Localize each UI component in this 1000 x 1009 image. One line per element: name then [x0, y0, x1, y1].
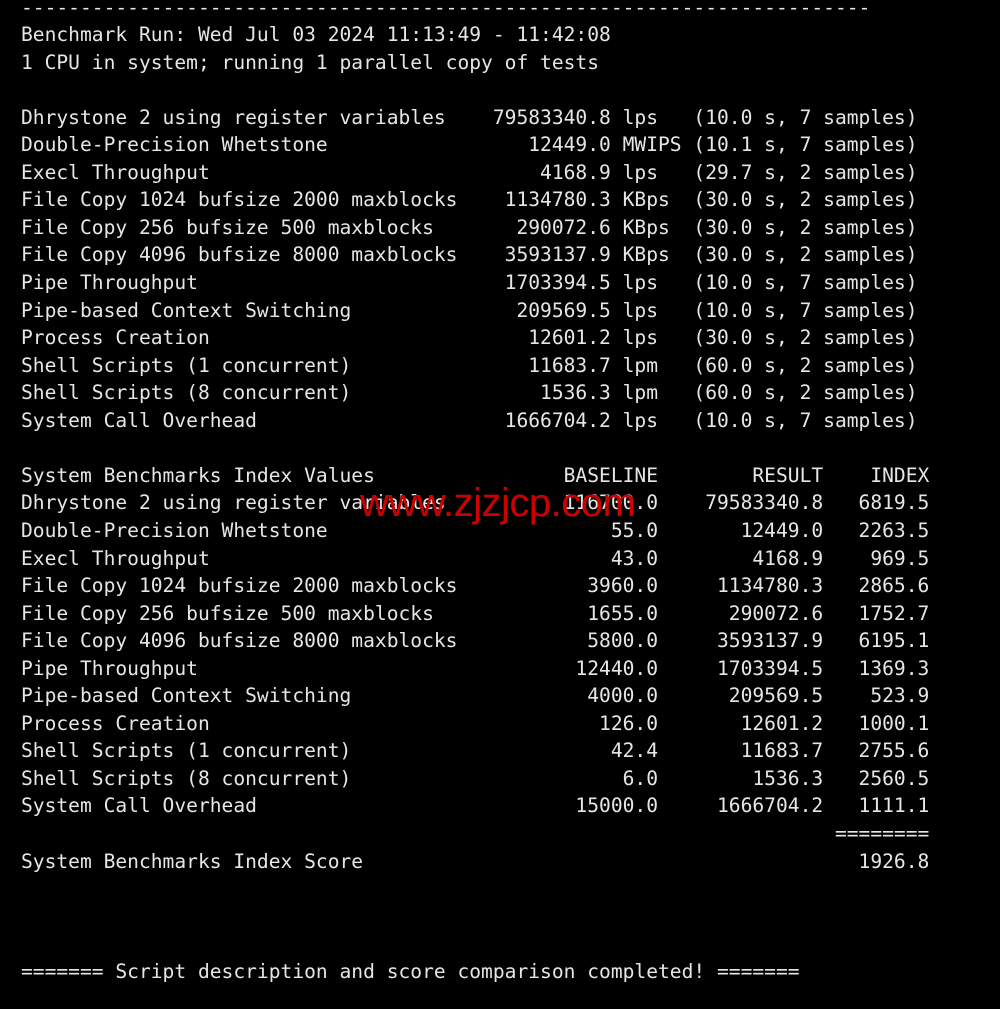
index-table-row: System Call Overhead 15000.0 1666704.2 1…: [21, 794, 930, 818]
index-table-row: Pipe Throughput 12440.0 1703394.5 1369.3: [21, 656, 930, 680]
benchmark-run-line: Benchmark Run: Wed Jul 03 2024 11:13:49 …: [21, 23, 611, 47]
result-row: Execl Throughput 4168.9 lps (29.7 s, 2 s…: [21, 160, 918, 184]
result-row: Double-Precision Whetstone 12449.0 MWIPS…: [21, 133, 918, 157]
separator-rule-top: ----------------------------------------…: [21, 0, 871, 19]
result-row: Shell Scripts (1 concurrent) 11683.7 lpm…: [21, 353, 918, 377]
result-row: File Copy 4096 bufsize 8000 maxblocks 35…: [21, 243, 918, 267]
index-table-row: Pipe-based Context Switching 4000.0 2095…: [21, 684, 930, 708]
result-row: File Copy 1024 bufsize 2000 maxblocks 11…: [21, 188, 918, 212]
cpu-count-line: 1 CPU in system; running 1 parallel copy…: [21, 50, 600, 74]
result-row: File Copy 256 bufsize 500 maxblocks 2900…: [21, 215, 918, 239]
score-separator-rule: ========: [21, 822, 930, 845]
index-table-row: File Copy 1024 bufsize 2000 maxblocks 39…: [21, 574, 930, 598]
result-row: Process Creation 12601.2 lps (30.0 s, 2 …: [21, 326, 918, 350]
index-score-row: System Benchmarks Index Score 1926.8: [21, 849, 930, 873]
result-row: Pipe Throughput 1703394.5 lps (10.0 s, 7…: [21, 271, 918, 294]
index-table-row: File Copy 256 bufsize 500 maxblocks 1655…: [21, 601, 930, 625]
result-row: System Call Overhead 1666704.2 lps (10.0…: [21, 408, 918, 432]
index-table-row: Double-Precision Whetstone 55.0 12449.0 …: [21, 518, 930, 542]
result-row: Pipe-based Context Switching 209569.5 lp…: [21, 298, 918, 322]
footer-banner: ======= Script description and score com…: [21, 959, 800, 983]
index-table-row: Dhrystone 2 using register variables 116…: [21, 491, 930, 515]
index-table-row: Shell Scripts (1 concurrent) 42.4 11683.…: [21, 739, 930, 763]
result-row: Shell Scripts (8 concurrent) 1536.3 lpm …: [21, 381, 918, 405]
terminal-output: ----------------------------------------…: [0, 0, 1000, 1009]
index-table-header: System Benchmarks Index Values BASELINE …: [21, 463, 930, 487]
index-table-row: Execl Throughput 43.0 4168.9 969.5: [21, 546, 930, 570]
result-row: Dhrystone 2 using register variables 795…: [21, 105, 918, 129]
index-table-row: File Copy 4096 bufsize 8000 maxblocks 58…: [21, 629, 930, 653]
index-table-row: Process Creation 126.0 12601.2 1000.1: [21, 711, 930, 735]
index-table-row: Shell Scripts (8 concurrent) 6.0 1536.3 …: [21, 766, 930, 790]
